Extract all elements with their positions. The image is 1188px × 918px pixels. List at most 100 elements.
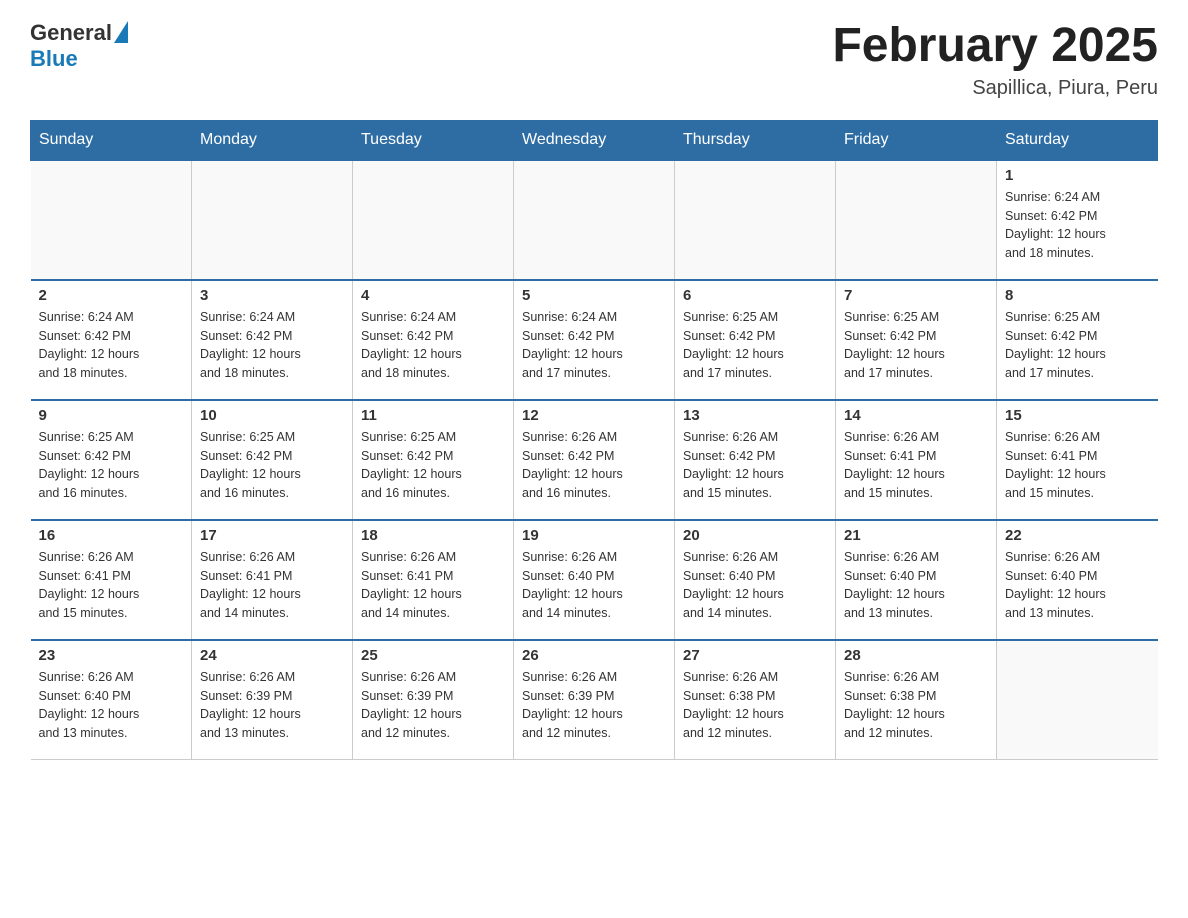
week-row-4: 16 Sunrise: 6:26 AM Sunset: 6:41 PM Dayli…: [31, 520, 1158, 640]
calendar-cell: 16 Sunrise: 6:26 AM Sunset: 6:41 PM Dayli…: [31, 520, 192, 640]
header-saturday: Saturday: [997, 120, 1158, 160]
day-number: 7: [844, 287, 988, 304]
calendar-cell: 10 Sunrise: 6:25 AM Sunset: 6:42 PM Dayli…: [192, 400, 353, 520]
day-info: Sunrise: 6:25 AM Sunset: 6:42 PM Dayligh…: [1005, 308, 1150, 383]
calendar-cell: 5Sunrise: 6:24 AM Sunset: 6:42 PM Daylig…: [514, 280, 675, 400]
day-info: Sunrise: 6:25 AM Sunset: 6:42 PM Dayligh…: [844, 308, 988, 383]
calendar-cell: 13Sunrise: 6:26 AM Sunset: 6:42 PM Dayli…: [675, 400, 836, 520]
calendar-cell: [836, 160, 997, 280]
calendar-cell: 7 Sunrise: 6:25 AM Sunset: 6:42 PM Daylig…: [836, 280, 997, 400]
day-info: Sunrise: 6:26 AM Sunset: 6:40 PM Dayligh…: [522, 548, 666, 623]
day-info: Sunrise: 6:26 AM Sunset: 6:39 PM Dayligh…: [361, 668, 505, 743]
calendar-cell: 19 Sunrise: 6:26 AM Sunset: 6:40 PM Dayli…: [514, 520, 675, 640]
day-number: 9: [39, 407, 184, 424]
calendar-cell: 26 Sunrise: 6:26 AM Sunset: 6:39 PM Dayli…: [514, 640, 675, 760]
calendar-cell: [192, 160, 353, 280]
day-number: 23: [39, 647, 184, 664]
day-number: 13: [683, 407, 827, 424]
calendar-cell: 25 Sunrise: 6:26 AM Sunset: 6:39 PM Dayli…: [353, 640, 514, 760]
calendar-cell: 4 Sunrise: 6:24 AM Sunset: 6:42 PM Daylig…: [353, 280, 514, 400]
header-wednesday: Wednesday: [514, 120, 675, 160]
day-info: Sunrise: 6:26 AM Sunset: 6:39 PM Dayligh…: [522, 668, 666, 743]
day-info: Sunrise: 6:24 AM Sunset: 6:42 PM Dayligh…: [39, 308, 184, 383]
day-info: Sunrise: 6:26 AM Sunset: 6:41 PM Dayligh…: [39, 548, 184, 623]
day-number: 2: [39, 287, 184, 304]
page-header: General Blue February 2025 Sapillica, Pi…: [30, 20, 1158, 100]
day-number: 24: [200, 647, 344, 664]
day-number: 21: [844, 527, 988, 544]
calendar-cell: 24 Sunrise: 6:26 AM Sunset: 6:39 PM Dayli…: [192, 640, 353, 760]
day-info: Sunrise: 6:25 AM Sunset: 6:42 PM Dayligh…: [200, 428, 344, 503]
day-number: 4: [361, 287, 505, 304]
header-friday: Friday: [836, 120, 997, 160]
calendar-cell: [997, 640, 1158, 760]
calendar-cell: 8 Sunrise: 6:25 AM Sunset: 6:42 PM Daylig…: [997, 280, 1158, 400]
logo-general: General: [30, 20, 112, 46]
day-info: Sunrise: 6:26 AM Sunset: 6:38 PM Dayligh…: [844, 668, 988, 743]
day-number: 19: [522, 527, 666, 544]
calendar-cell: 12Sunrise: 6:26 AM Sunset: 6:42 PM Dayli…: [514, 400, 675, 520]
title-block: February 2025 Sapillica, Piura, Peru: [832, 20, 1158, 100]
day-info: Sunrise: 6:26 AM Sunset: 6:42 PM Dayligh…: [522, 428, 666, 503]
day-info: Sunrise: 6:26 AM Sunset: 6:40 PM Dayligh…: [39, 668, 184, 743]
calendar-cell: [514, 160, 675, 280]
calendar-cell: [31, 160, 192, 280]
day-info: Sunrise: 6:26 AM Sunset: 6:39 PM Dayligh…: [200, 668, 344, 743]
day-info: Sunrise: 6:26 AM Sunset: 6:41 PM Dayligh…: [844, 428, 988, 503]
day-number: 10: [200, 407, 344, 424]
day-info: Sunrise: 6:26 AM Sunset: 6:41 PM Dayligh…: [200, 548, 344, 623]
calendar-cell: [675, 160, 836, 280]
day-number: 11: [361, 407, 505, 424]
calendar-cell: 28 Sunrise: 6:26 AM Sunset: 6:38 PM Dayli…: [836, 640, 997, 760]
calendar-cell: 23 Sunrise: 6:26 AM Sunset: 6:40 PM Dayli…: [31, 640, 192, 760]
day-info: Sunrise: 6:26 AM Sunset: 6:40 PM Dayligh…: [1005, 548, 1150, 623]
day-info: Sunrise: 6:26 AM Sunset: 6:38 PM Dayligh…: [683, 668, 827, 743]
day-number: 8: [1005, 287, 1150, 304]
calendar-cell: 22Sunrise: 6:26 AM Sunset: 6:40 PM Dayli…: [997, 520, 1158, 640]
day-number: 6: [683, 287, 827, 304]
day-info: Sunrise: 6:24 AM Sunset: 6:42 PM Dayligh…: [200, 308, 344, 383]
day-number: 3: [200, 287, 344, 304]
calendar-cell: 18 Sunrise: 6:26 AM Sunset: 6:41 PM Dayli…: [353, 520, 514, 640]
header-tuesday: Tuesday: [353, 120, 514, 160]
week-row-5: 23 Sunrise: 6:26 AM Sunset: 6:40 PM Dayli…: [31, 640, 1158, 760]
day-info: Sunrise: 6:26 AM Sunset: 6:41 PM Dayligh…: [1005, 428, 1150, 503]
header-row: SundayMondayTuesdayWednesdayThursdayFrid…: [31, 120, 1158, 160]
day-number: 1: [1005, 167, 1150, 184]
calendar-cell: 15 Sunrise: 6:26 AM Sunset: 6:41 PM Dayli…: [997, 400, 1158, 520]
day-info: Sunrise: 6:26 AM Sunset: 6:40 PM Dayligh…: [683, 548, 827, 623]
day-info: Sunrise: 6:24 AM Sunset: 6:42 PM Dayligh…: [361, 308, 505, 383]
calendar-table: SundayMondayTuesdayWednesdayThursdayFrid…: [30, 120, 1158, 761]
day-info: Sunrise: 6:24 AM Sunset: 6:42 PM Dayligh…: [1005, 188, 1150, 263]
calendar-cell: 21 Sunrise: 6:26 AM Sunset: 6:40 PM Dayli…: [836, 520, 997, 640]
location-title: Sapillica, Piura, Peru: [832, 77, 1158, 100]
calendar-cell: 27Sunrise: 6:26 AM Sunset: 6:38 PM Dayli…: [675, 640, 836, 760]
calendar-cell: 20 Sunrise: 6:26 AM Sunset: 6:40 PM Dayli…: [675, 520, 836, 640]
day-number: 5: [522, 287, 666, 304]
day-info: Sunrise: 6:25 AM Sunset: 6:42 PM Dayligh…: [39, 428, 184, 503]
header-monday: Monday: [192, 120, 353, 160]
day-number: 28: [844, 647, 988, 664]
day-number: 17: [200, 527, 344, 544]
day-number: 26: [522, 647, 666, 664]
day-number: 16: [39, 527, 184, 544]
day-info: Sunrise: 6:25 AM Sunset: 6:42 PM Dayligh…: [683, 308, 827, 383]
logo-triangle-icon: [114, 21, 128, 43]
logo-blue: Blue: [30, 46, 128, 72]
day-info: Sunrise: 6:26 AM Sunset: 6:40 PM Dayligh…: [844, 548, 988, 623]
calendar-cell: 6 Sunrise: 6:25 AM Sunset: 6:42 PM Daylig…: [675, 280, 836, 400]
day-number: 18: [361, 527, 505, 544]
calendar-cell: 3 Sunrise: 6:24 AM Sunset: 6:42 PM Daylig…: [192, 280, 353, 400]
calendar-header: SundayMondayTuesdayWednesdayThursdayFrid…: [31, 120, 1158, 160]
calendar-body: 1 Sunrise: 6:24 AM Sunset: 6:42 PM Daylig…: [31, 160, 1158, 760]
calendar-cell: 17 Sunrise: 6:26 AM Sunset: 6:41 PM Dayli…: [192, 520, 353, 640]
calendar-cell: 11Sunrise: 6:25 AM Sunset: 6:42 PM Dayli…: [353, 400, 514, 520]
calendar-cell: [353, 160, 514, 280]
day-info: Sunrise: 6:26 AM Sunset: 6:41 PM Dayligh…: [361, 548, 505, 623]
header-thursday: Thursday: [675, 120, 836, 160]
day-number: 15: [1005, 407, 1150, 424]
day-number: 20: [683, 527, 827, 544]
week-row-3: 9 Sunrise: 6:25 AM Sunset: 6:42 PM Daylig…: [31, 400, 1158, 520]
day-number: 25: [361, 647, 505, 664]
logo: General Blue: [30, 20, 128, 72]
